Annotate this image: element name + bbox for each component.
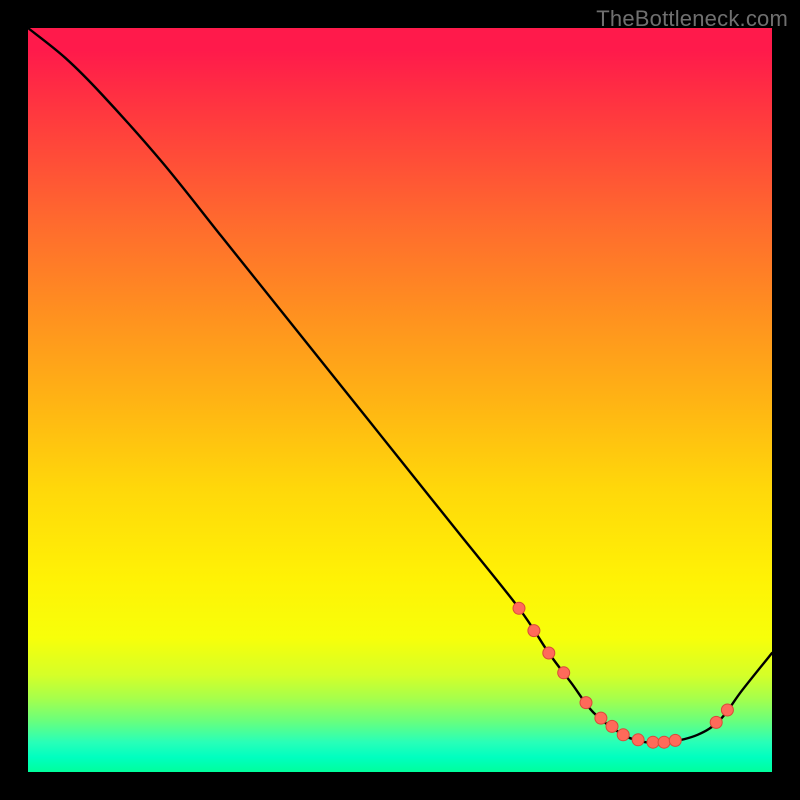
curve-marker <box>528 625 540 637</box>
curve-marker <box>513 602 525 614</box>
chart-stage: TheBottleneck.com <box>0 0 800 800</box>
curve-marker <box>669 734 681 746</box>
plot-area <box>28 28 772 772</box>
curve-marker <box>580 697 592 709</box>
curve-marker <box>558 667 570 679</box>
bottleneck-curve <box>28 28 772 743</box>
curve-marker <box>647 736 659 748</box>
curve-marker <box>721 704 733 716</box>
curve-layer <box>28 28 772 772</box>
curve-marker <box>710 716 722 728</box>
curve-marker <box>632 734 644 746</box>
curve-markers <box>513 602 733 748</box>
curve-marker <box>606 720 618 732</box>
curve-marker <box>658 736 670 748</box>
curve-marker <box>617 729 629 741</box>
curve-marker <box>543 647 555 659</box>
curve-marker <box>595 712 607 724</box>
